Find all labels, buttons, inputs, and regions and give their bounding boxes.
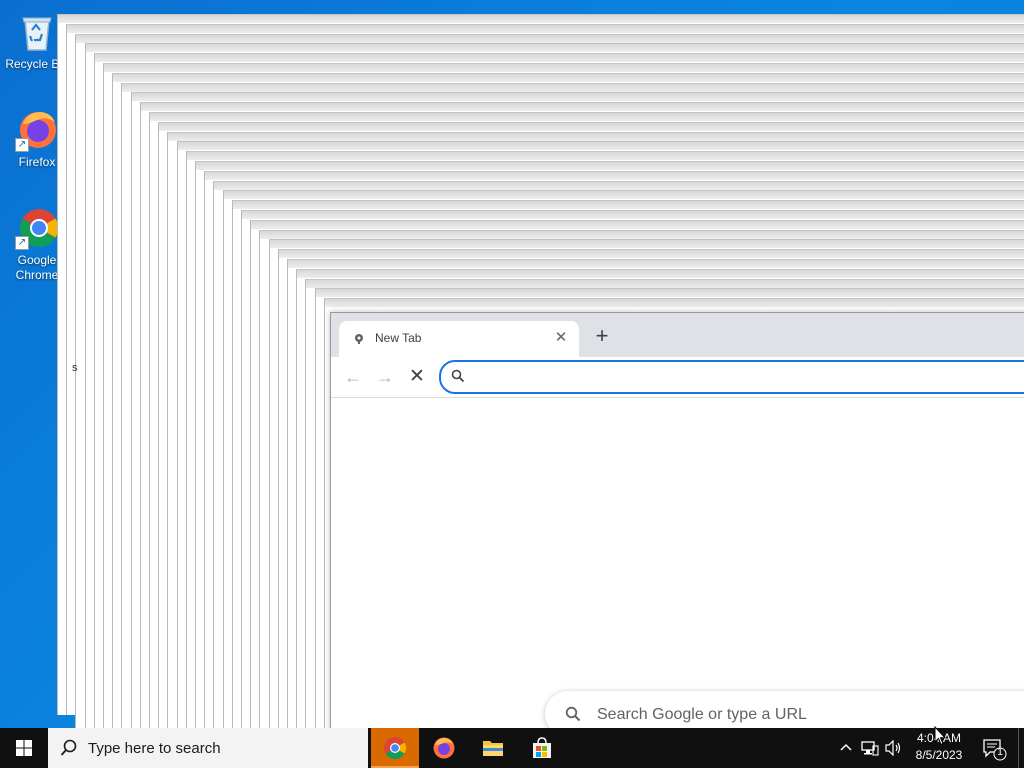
search-icon [565,706,581,722]
new-tab-button[interactable]: + [591,325,613,348]
shortcut-arrow-icon: ↗ [15,236,29,250]
action-center-button[interactable]: 1 [978,728,1014,768]
taskbar-app-file-explorer[interactable] [469,728,517,768]
forward-button[interactable]: → [372,364,398,390]
search-icon [451,369,465,383]
recycle-bin-icon [15,10,59,54]
clock-date: 8/5/2023 [915,748,963,762]
browser-toolbar: ← → ✕ [331,357,1024,398]
taskbar-app-store[interactable] [518,728,566,768]
firefox-icon [433,737,455,759]
folder-icon [483,741,503,756]
taskbar: Type here to search 4:04 AM 8/5/2023 1 [0,728,1024,768]
address-bar[interactable] [439,360,1024,394]
shortcut-arrow-icon: ↗ [15,138,29,152]
tab-title: New Tab [375,331,422,345]
tab-strip: New Tab ✕ + [331,313,1024,357]
stray-desktop-text: s [72,362,78,374]
ntp-search-placeholder: Search Google or type a URL [597,706,807,723]
notification-count-badge: 1 [997,747,1003,758]
desktop-icon-label: Firefox [18,155,56,169]
tab-new-tab[interactable]: New Tab ✕ [339,321,579,357]
chrome-icon: ↗ [15,206,59,250]
taskbar-search-box[interactable]: Type here to search [48,728,368,768]
show-hidden-icons-chevron-icon[interactable] [836,738,856,758]
show-desktop-button[interactable] [1018,728,1024,768]
back-button[interactable]: ← [340,364,366,390]
firefox-icon: ↗ [15,108,59,152]
taskbar-app-chrome[interactable] [371,728,419,768]
close-tab-button[interactable]: ✕ [551,328,571,348]
mouse-cursor-icon [934,726,946,746]
chrome-icon [384,737,406,759]
network-icon[interactable] [860,738,880,758]
address-input[interactable] [473,366,1021,388]
search-icon [60,739,77,756]
start-button[interactable] [0,728,48,768]
desktop-icon-label: Google Chrome [15,253,59,282]
windows-logo-icon [16,740,32,756]
chrome-favicon-icon [355,334,363,344]
store-icon [533,737,551,758]
taskbar-search-placeholder: Type here to search [88,740,221,757]
chrome-window[interactable]: New Tab ✕ + ← → ✕ Search Google or type … [330,312,1024,737]
stop-loading-button[interactable]: ✕ [404,364,430,390]
volume-icon[interactable] [884,738,904,758]
taskbar-app-firefox[interactable] [420,728,468,768]
